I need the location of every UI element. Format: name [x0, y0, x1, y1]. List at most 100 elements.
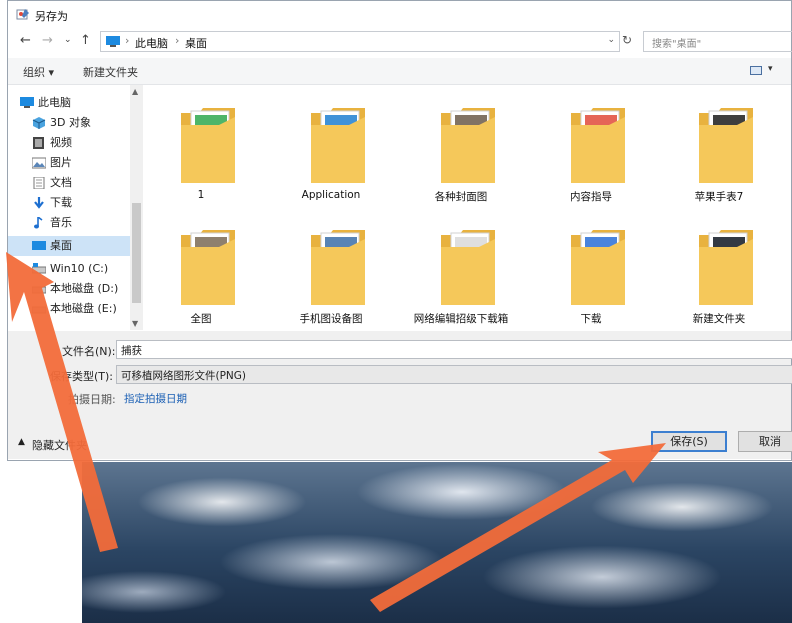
specify-date-link[interactable]: 指定拍摄日期	[124, 391, 187, 406]
scroll-up-icon[interactable]: ▲	[132, 87, 138, 96]
date-taken-label: 拍摄日期:	[68, 393, 116, 406]
save-as-dialog: 另存为 ← → ⌄ ↑ › 此电脑 › 桌面 ⌄ ↻ 搜索"桌面" 组织 ▾ 新…	[7, 0, 792, 461]
up-arrow-icon[interactable]: ↑	[80, 33, 91, 48]
address-bar[interactable]: › 此电脑 › 桌面 ⌄	[100, 31, 620, 52]
computer-icon	[20, 97, 34, 108]
address-row: ← → ⌄ ↑ › 此电脑 › 桌面 ⌄ ↻ 搜索"桌面"	[8, 29, 792, 56]
breadcrumb-separator-icon: ›	[175, 34, 180, 47]
folder-icon	[181, 108, 235, 183]
refresh-icon[interactable]: ↻	[622, 33, 632, 47]
folder-tile[interactable]: 新建文件夹	[664, 213, 774, 331]
nav-item-label: 视频	[50, 136, 72, 149]
nav-item-label: 音乐	[50, 216, 72, 229]
folder-icon	[699, 108, 753, 183]
view-options-icon[interactable]	[750, 66, 762, 75]
new-folder-button[interactable]: 新建文件夹	[83, 64, 138, 80]
save-options-area: 文件名(N): 捕获 保存类型(T): 可移植网络图形文件(PNG) 拍摄日期:…	[8, 331, 792, 459]
nav-item-videos[interactable]: 视频	[32, 133, 142, 153]
folder-icon	[441, 230, 495, 305]
file-list-pane: 1 Application 各种封面图 内容指导 苹果手表7 全图 手机图设备图 网络编辑招级…	[146, 85, 792, 330]
nav-item-downloads[interactable]: 下载	[32, 193, 142, 213]
navigation-pane: 此电脑 3D 对象 视频 图片 文档 下载 音乐 桌面 Win10 (C:) 本…	[8, 85, 144, 330]
folder-icon	[311, 108, 365, 183]
folder-tile[interactable]: 内容指导	[536, 91, 646, 209]
folder-icon	[571, 230, 625, 305]
nav-item-pictures[interactable]: 图片	[32, 153, 142, 173]
download-arrow-icon	[34, 197, 44, 209]
folder-label: 内容指导	[570, 191, 612, 203]
view-dropdown-icon[interactable]: ▾	[768, 64, 773, 74]
document-icon	[33, 177, 45, 189]
folder-tile[interactable]: 全图	[146, 213, 256, 331]
collapse-chevron-icon[interactable]: ▲	[18, 437, 25, 447]
computer-icon	[106, 36, 120, 47]
nav-item-drive-e[interactable]: 本地磁盘 (E:)	[32, 299, 142, 319]
title-bar: 另存为	[8, 1, 791, 29]
back-arrow-icon[interactable]: ←	[20, 33, 31, 48]
nav-item-label: Win10 (C:)	[50, 262, 109, 275]
scrollbar-thumb[interactable]	[132, 203, 141, 303]
nav-item-drive-c[interactable]: Win10 (C:)	[32, 259, 142, 279]
folder-tile[interactable]: 1	[146, 91, 256, 209]
forward-arrow-icon[interactable]: →	[42, 33, 53, 48]
folder-tile[interactable]: 手机图设备图	[276, 213, 386, 331]
filename-input[interactable]: 捕获	[116, 340, 792, 359]
nav-item-label: 文档	[50, 176, 72, 189]
nav-item-label: 桌面	[50, 239, 72, 252]
folder-icon	[181, 230, 235, 305]
nav-item-label: 本地磁盘 (D:)	[50, 282, 119, 295]
folder-label: 全图	[190, 313, 212, 325]
organize-button[interactable]: 组织 ▾	[23, 64, 54, 80]
save-button[interactable]: 保存(S)	[651, 431, 727, 452]
window-title: 另存为	[35, 10, 68, 23]
nav-item-3d-objects[interactable]: 3D 对象	[32, 113, 142, 133]
scroll-down-icon[interactable]: ▼	[132, 319, 138, 328]
drive-icon	[32, 286, 46, 294]
address-dropdown-icon[interactable]: ⌄	[607, 35, 615, 45]
nav-item-desktop[interactable]: 桌面	[8, 236, 130, 256]
folder-tile[interactable]: 下载	[536, 213, 646, 331]
drive-icon	[32, 263, 46, 274]
folder-icon	[571, 108, 625, 183]
breadcrumb-desktop[interactable]: 桌面	[185, 35, 207, 51]
paint-app-icon	[16, 9, 29, 20]
breadcrumb-separator-icon: ›	[125, 34, 130, 47]
drive-icon	[32, 306, 46, 314]
cancel-button[interactable]: 取消	[738, 431, 792, 452]
folder-icon	[311, 230, 365, 305]
desktop-icon	[32, 241, 46, 250]
folder-label: 新建文件夹	[692, 313, 746, 325]
filetype-select[interactable]: 可移植网络图形文件(PNG)	[116, 365, 792, 384]
folder-label: 网络编辑招级下载箱	[413, 313, 509, 325]
folder-tile[interactable]: 各种封面图	[406, 91, 516, 209]
nav-item-label: 下载	[50, 196, 72, 209]
nav-item-label: 图片	[50, 156, 72, 169]
folder-icon	[441, 108, 495, 183]
folder-label: 苹果手表7	[694, 191, 744, 203]
nav-item-music[interactable]: 音乐	[32, 213, 142, 233]
navigation-scrollbar[interactable]: ▲ ▼	[130, 85, 143, 330]
hide-folders-toggle[interactable]: 隐藏文件夹	[32, 437, 87, 453]
folder-label: 各种封面图	[434, 191, 488, 203]
picture-icon	[32, 157, 46, 169]
search-input[interactable]: 搜索"桌面"	[643, 31, 792, 52]
folder-icon	[699, 230, 753, 305]
nav-item-this-pc[interactable]: 此电脑	[20, 93, 130, 113]
nav-item-label: 本地磁盘 (E:)	[50, 302, 117, 315]
nav-item-label: 3D 对象	[50, 116, 91, 129]
recent-chevron-icon[interactable]: ⌄	[64, 35, 72, 45]
folder-label: 下载	[580, 313, 602, 325]
breadcrumb-this-pc[interactable]: 此电脑	[135, 35, 168, 51]
nav-item-label: 此电脑	[38, 96, 71, 109]
folder-tile[interactable]: Application	[276, 91, 386, 209]
music-note-icon	[34, 217, 43, 229]
folder-label: 1	[197, 189, 205, 201]
nav-item-drive-d[interactable]: 本地磁盘 (D:)	[32, 279, 142, 299]
cloud-background-image	[82, 462, 792, 623]
cube-icon	[32, 117, 46, 129]
folder-tile[interactable]: 网络编辑招级下载箱	[406, 213, 516, 331]
filename-label: 文件名(N):	[62, 345, 116, 358]
nav-item-documents[interactable]: 文档	[32, 173, 142, 193]
folder-tile[interactable]: 苹果手表7	[664, 91, 774, 209]
folder-label: Application	[301, 189, 361, 201]
